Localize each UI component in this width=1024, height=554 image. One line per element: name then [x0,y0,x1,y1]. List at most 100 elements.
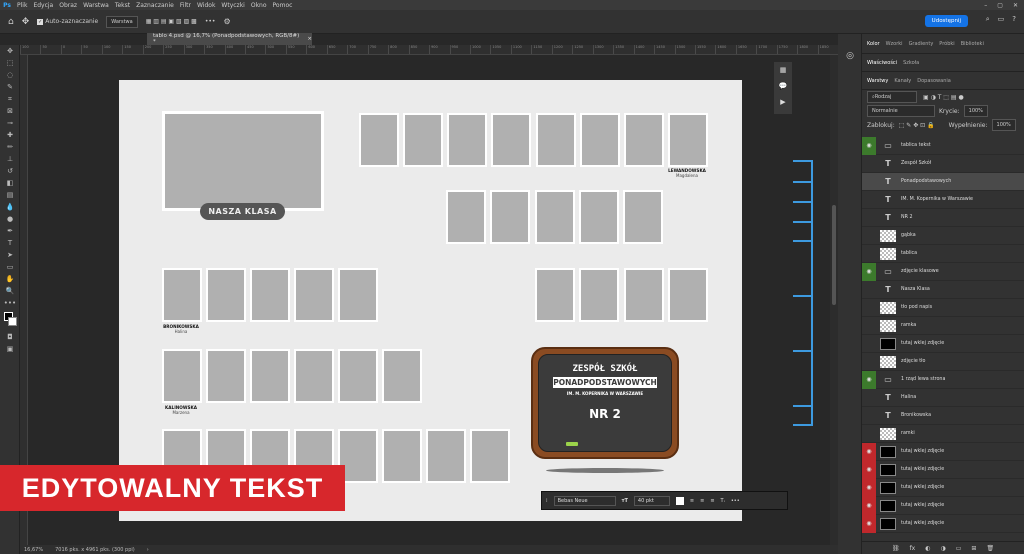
visibility-eye-icon[interactable] [862,209,876,227]
photo-frame[interactable] [579,190,619,244]
group-icon[interactable]: ▭ [956,545,962,552]
photo-frame[interactable] [470,429,510,483]
tab-school[interactable]: Szkoła [903,60,919,66]
visibility-eye-icon[interactable] [862,191,876,209]
photo-frame[interactable] [491,113,531,167]
photo-frame[interactable] [294,268,334,322]
visibility-eye-icon[interactable]: ◉ [862,136,876,155]
layer-row[interactable]: T IM. M. Kopernika w Warszawie [862,191,1024,209]
visibility-eye-icon[interactable] [862,245,876,263]
tab-adjustments[interactable]: Dopasowania [917,78,951,84]
filter-icons[interactable]: ▣ ◑ T ⬚ ▤ ● [923,94,964,101]
layer-row[interactable]: T Nasza Klasa [862,281,1024,299]
menu-select[interactable]: Zaznaczanie [133,2,177,9]
healing-icon[interactable]: ✚ [0,129,20,141]
font-size-select[interactable]: 40 pkt [633,495,670,506]
photo-frame[interactable] [536,113,576,167]
lasso-icon[interactable]: ◌ [0,69,20,81]
photo-frame[interactable] [623,190,663,244]
photo-frame[interactable] [446,190,486,244]
visibility-eye-icon[interactable]: ◉ [862,442,876,461]
menu-layer[interactable]: Warstwa [80,2,112,9]
comment-icon[interactable]: 💬 [774,78,792,94]
vertical-scrollbar[interactable] [830,55,838,545]
photo-frame[interactable] [624,268,664,322]
eyedropper-icon[interactable]: ⊸ [0,117,20,129]
font-select[interactable]: Bebas Neue [553,495,616,506]
pen-icon[interactable]: ✒ [0,225,20,237]
layer-row[interactable]: ramki [862,425,1024,443]
tab-properties[interactable]: Właściwości [867,60,897,66]
visibility-eye-icon[interactable] [862,281,876,299]
link-icon[interactable]: ⛓ [892,545,900,552]
name-label-lewandowska[interactable]: LEWANDOWSKA Magdalena [662,168,712,178]
play-icon[interactable]: ▶ [774,94,792,110]
align-left-icon[interactable]: ≡ [690,498,694,504]
zoom-level[interactable]: 16,67% [24,547,43,553]
screen-mode-icon[interactable]: ▣ [0,343,20,355]
gradient-icon[interactable]: ▤ [0,189,20,201]
photo-frame[interactable] [162,349,202,403]
fx-icon[interactable]: fx [910,545,916,552]
visibility-eye-icon[interactable]: ◉ [862,460,876,479]
visibility-eye-icon[interactable] [862,407,876,425]
name-label-bronikowska[interactable]: BRONIKOWSKA Halina [158,324,204,334]
tab-gradients[interactable]: Gradienty [909,41,934,47]
photo-frame[interactable] [250,349,290,403]
visibility-eye-icon[interactable] [862,173,876,191]
visibility-eye-icon[interactable]: ◉ [862,262,876,281]
document-tab[interactable]: tablo 4.psd @ 16,7% (Ponadpodstawowych, … [147,33,312,45]
photo-frame[interactable] [162,268,202,322]
crop-icon[interactable]: ⌗ [0,93,20,105]
visibility-eye-icon[interactable] [862,425,876,443]
photo-frame[interactable] [338,349,378,403]
layer-row[interactable]: tło pod napis [862,299,1024,317]
layer-row[interactable]: gąbka [862,227,1024,245]
minimize-icon[interactable]: – [984,2,987,9]
align-right-icon[interactable]: ≡ [710,498,714,504]
layer-row[interactable]: T Ponadpodstawowych [862,173,1024,191]
visibility-eye-icon[interactable]: ◉ [862,496,876,515]
frame-icon[interactable]: ⊠ [0,105,20,117]
layer-row[interactable]: ◉ tutaj wklej zdjęcie [862,496,1024,515]
photo-frame[interactable] [250,268,290,322]
layer-row[interactable]: T NR 2 [862,209,1024,227]
layer-row[interactable]: ramka [862,317,1024,335]
quick-mask-icon[interactable]: ◘ [0,331,20,343]
layer-row[interactable]: T Bronikowska [862,407,1024,425]
align-center-icon[interactable]: ≡ [700,498,704,504]
mask-icon[interactable]: ◐ [925,545,930,552]
layer-row[interactable]: ◉ ▭ zdjęcie klasowe [862,262,1024,281]
photo-frame[interactable] [668,113,708,167]
visibility-eye-icon[interactable] [862,335,876,353]
visibility-eye-icon[interactable] [862,299,876,317]
layer-row[interactable]: ◉ ▭ 1 rząd lewa strona [862,370,1024,389]
history-brush-icon[interactable]: ↺ [0,165,20,177]
visibility-eye-icon[interactable] [862,389,876,407]
move-tool-icon[interactable]: ✥ [22,17,30,27]
menu-plugins[interactable]: Wtyczki [218,2,247,9]
photo-frame[interactable] [382,429,422,483]
visibility-eye-icon[interactable]: ◉ [862,514,876,533]
quick-select-icon[interactable]: ✎ [0,81,20,93]
visibility-eye-icon[interactable] [862,353,876,371]
layer-kind-filter[interactable]: ⌕ Rodzaj [867,91,917,103]
visibility-eye-icon[interactable] [862,155,876,173]
visibility-eye-icon[interactable]: ◉ [862,370,876,389]
class-label-pill[interactable]: NASZA KLASA [200,203,285,220]
layer-row[interactable]: tablica [862,245,1024,263]
photo-frame[interactable] [490,190,530,244]
brush-icon[interactable]: ✏ [0,141,20,153]
marquee-icon[interactable]: ⬚ [0,57,20,69]
tab-swatches[interactable]: Próbki [939,41,954,47]
more-options-icon[interactable]: ••• [205,18,216,25]
more-tools-icon[interactable]: ••• [0,297,20,309]
tab-color[interactable]: Kolor [867,41,880,47]
layer-row[interactable]: T Halina [862,389,1024,407]
layer-row[interactable]: ◉ tutaj wklej zdjęcie [862,442,1024,461]
settings-gear-icon[interactable]: ⚙ [223,17,230,26]
hand-icon[interactable]: ✋ [0,273,20,285]
contextual-icon[interactable]: ▦ [774,62,792,78]
board-line2[interactable]: PONADPODSTAWOWYCH [553,377,657,388]
menu-type[interactable]: Tekst [112,2,133,9]
